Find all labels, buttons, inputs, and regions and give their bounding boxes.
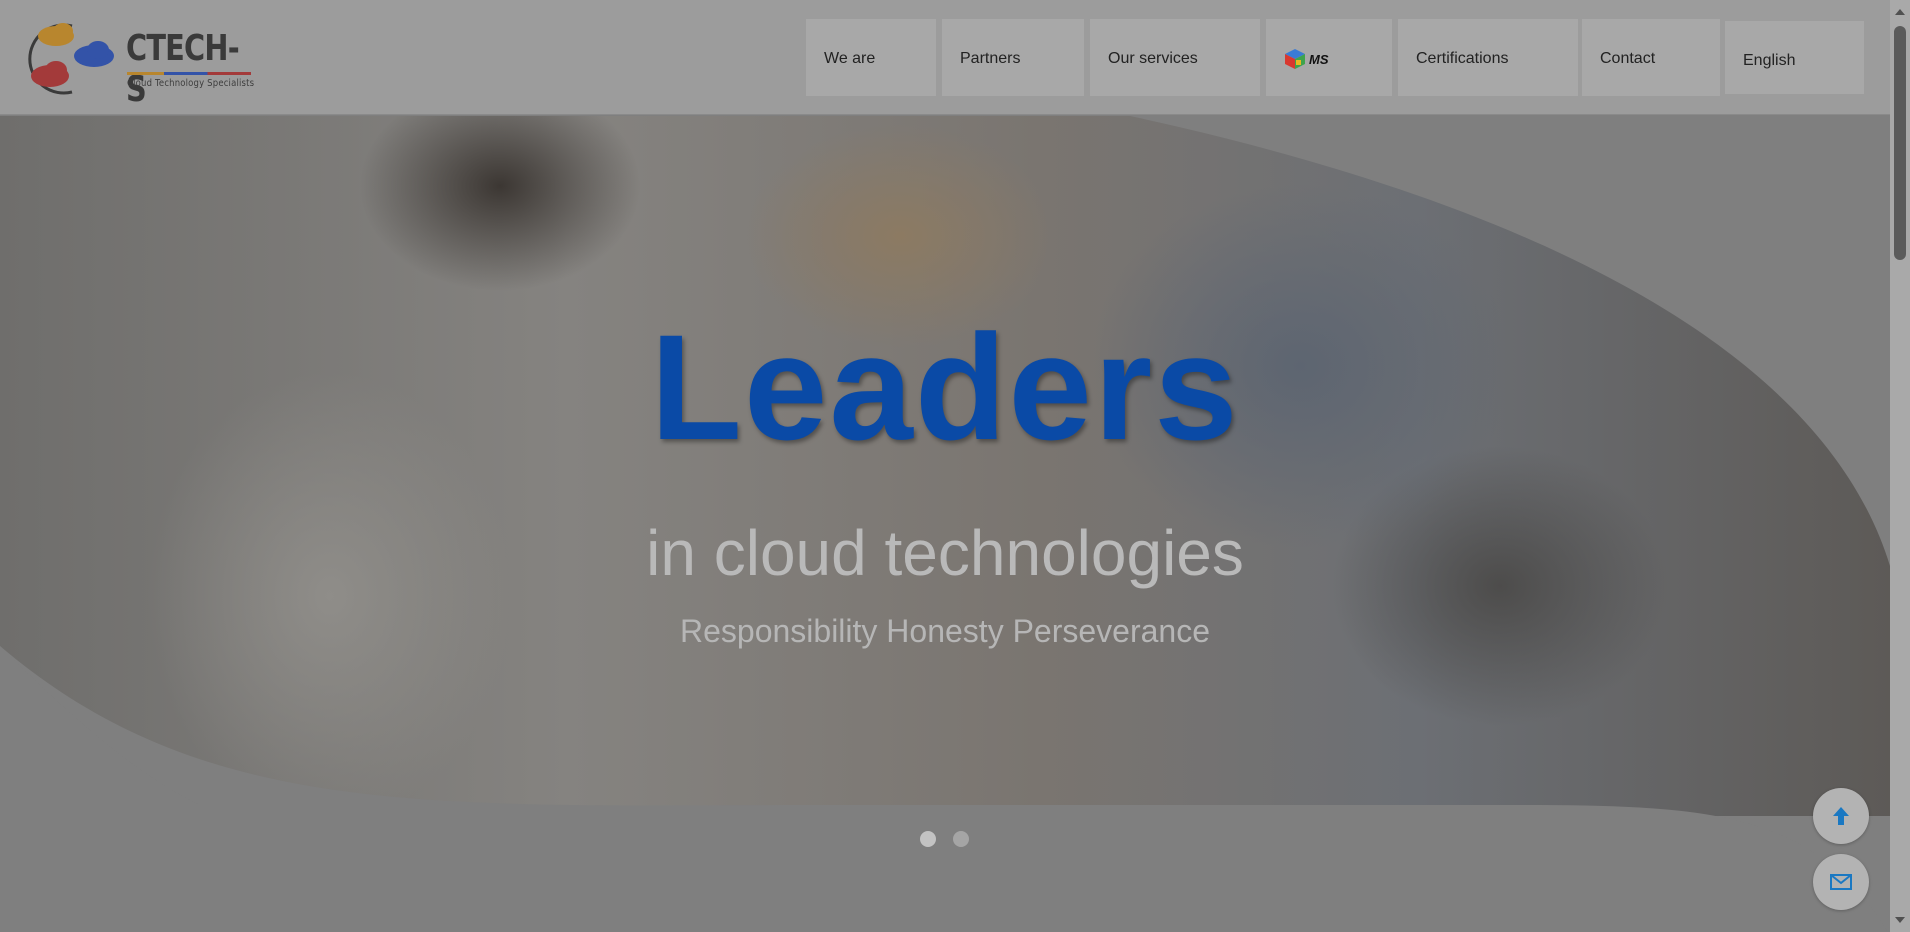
scroll-thumb[interactable]: [1894, 26, 1906, 260]
slider-dots: [920, 831, 969, 847]
scroll-up-arrow-icon[interactable]: [1895, 9, 1905, 15]
ms-label: MS: [1309, 52, 1329, 67]
nav-we-are[interactable]: We are: [806, 19, 936, 96]
nav-label: Contact: [1600, 49, 1656, 67]
mail-icon: [1830, 874, 1852, 890]
nav-label: Our services: [1108, 49, 1198, 67]
brand-underline: [127, 72, 251, 75]
nav-contact[interactable]: Contact: [1582, 19, 1720, 96]
site-header: CTECH-S Cloud Technology Specialists We …: [0, 0, 1890, 115]
hero-slider: Leaders in cloud technologies Responsibi…: [0, 116, 1890, 932]
ms-cube-icon: [1285, 48, 1305, 69]
brand-tagline: Cloud Technology Specialists: [127, 78, 255, 89]
contact-mail-button[interactable]: [1813, 854, 1869, 910]
cloud-logo-icon: [28, 23, 114, 95]
brand-logo[interactable]: CTECH-S Cloud Technology Specialists: [28, 20, 258, 110]
hero-title: Leaders: [650, 303, 1240, 471]
slider-dot-2[interactable]: [953, 831, 969, 847]
slider-dot-1[interactable]: [920, 831, 936, 847]
nav-label: Partners: [960, 49, 1021, 67]
hero-subtitle: in cloud technologies: [646, 517, 1244, 589]
nav-label: Certifications: [1416, 49, 1509, 67]
scroll-down-arrow-icon[interactable]: [1895, 917, 1905, 923]
nav-certifications[interactable]: Certifications: [1398, 19, 1578, 96]
language-label: English: [1743, 51, 1796, 69]
arrow-up-icon: [1833, 807, 1849, 825]
nav-partners[interactable]: Partners: [942, 19, 1084, 96]
hero-tagline: Responsibility Honesty Perseverance: [679, 613, 1211, 649]
nav-label: We are: [824, 49, 876, 67]
scroll-to-top-button[interactable]: [1813, 788, 1869, 844]
brand-name: CTECH-S: [126, 28, 240, 110]
nav-ms[interactable]: MS: [1266, 19, 1392, 96]
language-selector[interactable]: English: [1725, 21, 1864, 94]
nav-our-services[interactable]: Our services: [1090, 19, 1260, 96]
page-scrollbar[interactable]: [1890, 0, 1910, 932]
